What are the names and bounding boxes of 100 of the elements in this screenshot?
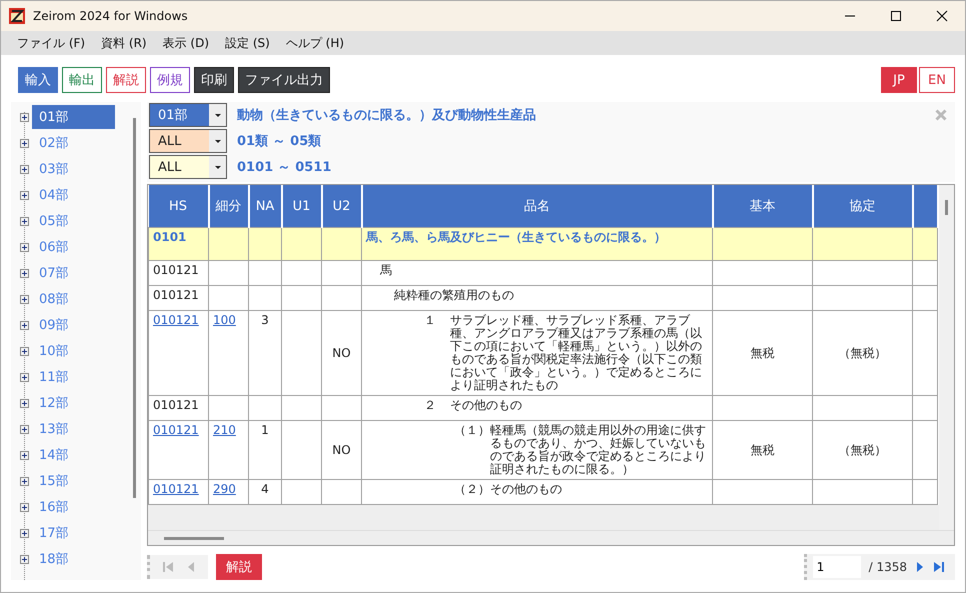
- toolbar-button[interactable]: 輸入: [18, 67, 58, 93]
- item-description: 純粋種の繁殖用のもの: [394, 289, 515, 302]
- tree-item[interactable]: 10部: [32, 339, 89, 363]
- expand-icon[interactable]: [20, 424, 29, 434]
- dropdown[interactable]: ALL: [149, 155, 227, 179]
- item-number: （２）: [454, 483, 490, 496]
- tree-item[interactable]: 09部: [32, 313, 89, 337]
- tree-item[interactable]: 02部: [32, 131, 89, 155]
- hs-code: 010121: [153, 288, 199, 302]
- subdivision-link[interactable]: 100: [213, 313, 236, 327]
- tree-item[interactable]: 15部: [32, 469, 89, 493]
- scrollbar-thumb[interactable]: [945, 200, 948, 215]
- code-link[interactable]: 010121: [153, 423, 199, 437]
- column-header[interactable]: 品名: [362, 185, 712, 228]
- expand-icon[interactable]: [20, 216, 29, 226]
- language-button[interactable]: JP: [881, 67, 917, 93]
- toolbar-button[interactable]: 印刷: [194, 67, 234, 93]
- expand-icon[interactable]: [20, 242, 29, 252]
- column-header[interactable]: U1: [282, 185, 322, 228]
- table-cell: 4: [261, 482, 269, 496]
- tree-item[interactable]: 05部: [32, 209, 89, 233]
- expand-icon[interactable]: [20, 528, 29, 538]
- tree-item[interactable]: 07部: [32, 261, 89, 285]
- expand-icon[interactable]: [20, 164, 29, 174]
- tree-item[interactable]: 08部: [32, 287, 89, 311]
- tree-item[interactable]: 16部: [32, 495, 89, 519]
- tree-item[interactable]: 06部: [32, 235, 89, 259]
- expand-icon[interactable]: [20, 398, 29, 408]
- item-number: ２: [424, 399, 437, 412]
- menu-item[interactable]: 表示 (D): [154, 34, 218, 52]
- tree-item[interactable]: 17部: [32, 521, 89, 545]
- page-input[interactable]: 1: [812, 556, 861, 578]
- tree-item[interactable]: 01部: [32, 105, 115, 129]
- expand-icon[interactable]: [20, 346, 29, 356]
- explanation-button[interactable]: 解説: [216, 554, 262, 580]
- code-link[interactable]: 010121: [153, 313, 199, 327]
- toolbar-button[interactable]: ファイル出力: [238, 67, 330, 93]
- column-header[interactable]: NA: [248, 185, 282, 228]
- table-cell: 無税: [750, 346, 774, 360]
- expand-icon[interactable]: [20, 554, 29, 564]
- dropdown[interactable]: ALL: [149, 129, 227, 153]
- expand-icon[interactable]: [20, 372, 29, 382]
- scrollbar-thumb[interactable]: [164, 537, 224, 540]
- tree-item[interactable]: 03部: [32, 157, 89, 181]
- expand-icon[interactable]: [20, 268, 29, 278]
- range-label: 01類 ～ 05類: [237, 133, 322, 150]
- tree-item[interactable]: 13部: [32, 417, 89, 441]
- menu-item[interactable]: ファイル (F): [9, 34, 94, 52]
- expand-icon[interactable]: [20, 294, 29, 304]
- toolbar-button[interactable]: 例規: [150, 67, 190, 93]
- expand-icon[interactable]: [20, 450, 29, 460]
- caret-icon: [214, 114, 220, 116]
- table-cell: 1: [261, 423, 269, 437]
- expand-icon[interactable]: [20, 190, 29, 200]
- page-total: / 1358: [868, 560, 907, 574]
- column-header[interactable]: HS: [148, 185, 208, 228]
- hs-code: 0101: [153, 230, 186, 244]
- caret-icon: [214, 166, 220, 168]
- window-title: Zeirom 2024 for Windows: [33, 9, 189, 23]
- expand-icon[interactable]: [20, 112, 29, 122]
- column-header[interactable]: 基本: [712, 185, 812, 228]
- column-header[interactable]: 協定: [812, 185, 912, 228]
- tree-item[interactable]: 04部: [32, 183, 89, 207]
- hs-code: 010121: [153, 263, 199, 277]
- item-description: 馬: [380, 264, 393, 277]
- item-description: 軽種馬（競馬の競走用以外の用途に供するものであり、かつ、妊娠していないものである旨が政令で定めるところにより証明されたものに限る。）: [490, 424, 707, 476]
- table-cell: 3: [261, 313, 269, 327]
- toolbar-button[interactable]: 輸出: [62, 67, 102, 93]
- expand-icon[interactable]: [20, 320, 29, 330]
- last-page-icon[interactable]: [933, 561, 945, 573]
- range-label: 0101 ～ 0511: [237, 159, 332, 176]
- column-header[interactable]: 細分: [208, 185, 248, 228]
- hs-code: 010121: [153, 398, 199, 412]
- next-page-icon[interactable]: [915, 561, 925, 573]
- item-description: その他のもの: [490, 483, 563, 496]
- app-logo-icon: [9, 8, 25, 24]
- language-button[interactable]: EN: [919, 67, 955, 93]
- dropdown[interactable]: 01部: [149, 103, 227, 127]
- tree-item[interactable]: 11部: [32, 365, 89, 389]
- toolbar-button[interactable]: 解説: [106, 67, 146, 93]
- column-header[interactable]: U2: [322, 185, 362, 228]
- tree-item[interactable]: 12部: [32, 391, 89, 415]
- menu-item[interactable]: 設定 (S): [217, 34, 278, 52]
- range-label: 動物（生きているものに限る。）及び動物性生産品: [237, 106, 536, 124]
- expand-icon[interactable]: [20, 138, 29, 148]
- menu-item[interactable]: ヘルプ (H): [278, 34, 352, 52]
- table-cell: 無税: [750, 442, 774, 456]
- tree-item[interactable]: 14部: [32, 443, 89, 467]
- caret-icon: [214, 140, 220, 142]
- table-cell: NO: [332, 346, 351, 360]
- expand-icon[interactable]: [20, 502, 29, 512]
- tree-item[interactable]: 18部: [32, 547, 89, 571]
- table-cell: （無税）: [838, 442, 886, 456]
- item-description: その他のもの: [450, 399, 523, 412]
- expand-icon[interactable]: [20, 476, 29, 486]
- table-cell: NO: [332, 442, 351, 456]
- item-description: 馬、ろ馬、ら馬及びヒニー（生きているものに限る。）: [366, 231, 667, 244]
- menu-item[interactable]: 資料 (R): [93, 34, 155, 52]
- subdivision-link[interactable]: 210: [213, 423, 236, 437]
- table-cell: （無税）: [838, 346, 886, 360]
